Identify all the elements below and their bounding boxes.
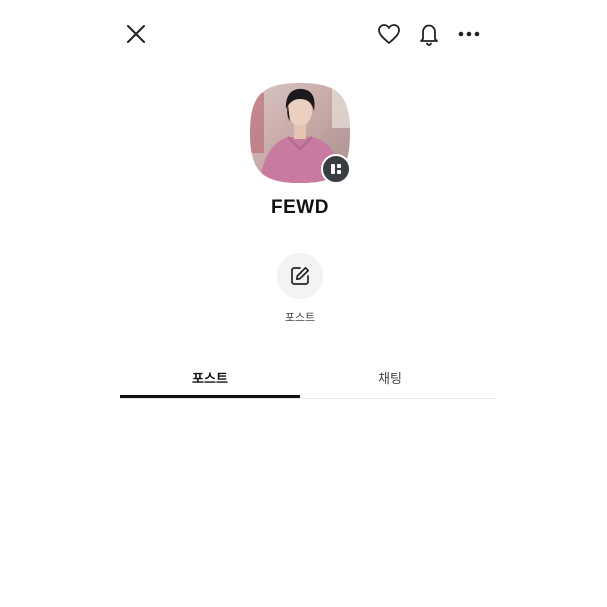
profile-tabs: 포스트 채팅 (120, 358, 495, 399)
post-action-circle (277, 253, 323, 299)
channel-badge (321, 154, 351, 184)
edit-icon (291, 266, 310, 285)
close-icon (127, 25, 145, 43)
tab-chat-label: 채팅 (378, 372, 402, 387)
close-button[interactable] (121, 19, 151, 49)
notification-button[interactable] (414, 19, 444, 49)
channel-badge-icon (331, 164, 341, 174)
heart-icon (378, 24, 400, 44)
tab-chat[interactable]: 채팅 (300, 358, 480, 397)
post-action-label: 포스트 (284, 311, 316, 324)
bell-icon (420, 24, 438, 46)
profile-name: FEWD (271, 197, 329, 218)
more-button[interactable] (454, 19, 484, 49)
active-tab-indicator (120, 395, 300, 398)
more-icon (458, 31, 480, 37)
post-action-button[interactable]: 포스트 (270, 253, 330, 325)
tab-post[interactable]: 포스트 (120, 358, 300, 398)
profile-avatar[interactable] (250, 83, 351, 184)
tab-post-label: 포스트 (192, 372, 228, 387)
like-button[interactable] (374, 19, 404, 49)
